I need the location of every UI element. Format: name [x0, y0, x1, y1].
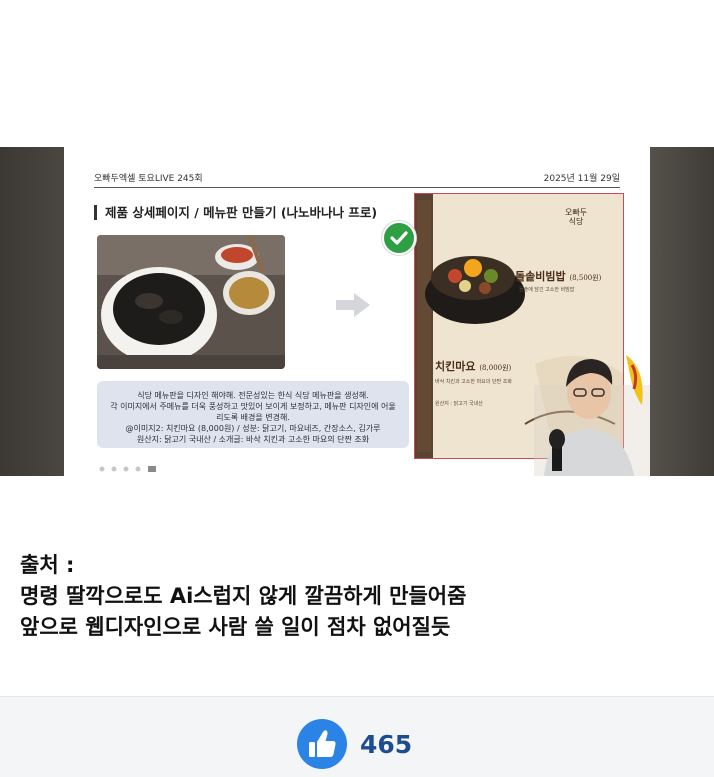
menu-item-1-desc: 돌솥에 담긴 고소한 비빔밥 [519, 287, 575, 293]
menu-item-2-origin: 원산지 : 닭고기 국내산 [435, 401, 483, 407]
slide-pagination [99, 466, 156, 472]
menu-item-1-name: 돌솥비빔밥 (8,500원) [515, 268, 601, 284]
streamer-webcam [534, 355, 650, 476]
menu-item-1-price: (8,500원) [569, 274, 602, 282]
like-bar: 465 [0, 696, 714, 777]
menu-item-2-label: 치킨마요 [435, 360, 476, 373]
slide-header-date: 2025년 11월 29일 [543, 174, 620, 184]
sign-line: 오빠두 [565, 208, 588, 217]
prompt-line: 리도록 배경을 변경해. [216, 413, 290, 422]
prompt-line: 식당 메뉴판을 디자인 해야해. 전문성있는 한식 식당 메뉴판을 생성해. [137, 391, 369, 400]
slide-title: 제품 상세페이지 / 메뉴판 만들기 (나노바나나 프로) [94, 205, 377, 220]
like-count: 465 [360, 730, 413, 759]
prompt-line: @이미지2: 치킨마요 (8,000원) / 성분: 닭고기, 마요네즈, 간장… [125, 424, 381, 433]
like-button[interactable] [297, 719, 347, 769]
prompt-box: 식당 메뉴판을 디자인 해야해. 전문성있는 한식 식당 메뉴판을 생성해. 각… [97, 381, 409, 448]
presentation-slide: 오빠두엑셀 토요LIVE 245회 2025년 11월 29일 제품 상세페이지… [64, 147, 650, 476]
menu-item-2-name: 치킨마요 (8,000원) [435, 358, 511, 374]
video-frame[interactable]: 오빠두엑셀 토요LIVE 245회 2025년 11월 29일 제품 상세페이지… [0, 147, 714, 476]
restaurant-sign: 오빠두 식당 [565, 208, 587, 226]
slide-header-left: 오빠두엑셀 토요LIVE 245회 [94, 174, 203, 184]
slide-divider [94, 187, 620, 188]
menu-item-2-price: (8,000원) [479, 364, 512, 372]
prompt-line: 각 이미지에서 주메뉴를 더욱 풍성하고 맛있어 보이게 보정하고, 메뉴판 디… [110, 402, 396, 411]
video-right-background [650, 147, 714, 476]
post-caption: 출처 : 명령 딸깍으로도 Ai스럽지 않게 깔끔하게 만들어줌 앞으로 웹디자… [20, 550, 466, 643]
arrow-right-icon [336, 293, 370, 317]
source-food-photo [97, 235, 285, 369]
prompt-line: 원산지: 닭고기 국내산 / 소개글: 바삭 치킨과 고소한 마요의 단짠 조화 [136, 435, 370, 444]
sign-line: 식당 [568, 217, 584, 226]
menu-item-1-label: 돌솥비빔밥 [515, 270, 566, 283]
menu-item-2-desc: 바삭 치킨과 고소한 마요의 단짠 조화 [435, 379, 512, 385]
caption-line: 앞으로 웹디자인으로 사람 쓸 일이 점차 없어질듯 [20, 615, 451, 639]
caption-line: 명령 딸깍으로도 Ai스럽지 않게 깔끔하게 만들어줌 [20, 584, 467, 608]
thumbs-up-icon [309, 730, 336, 757]
caption-line: 출처 : [20, 553, 75, 577]
check-icon [382, 221, 416, 255]
video-left-background [0, 147, 64, 476]
